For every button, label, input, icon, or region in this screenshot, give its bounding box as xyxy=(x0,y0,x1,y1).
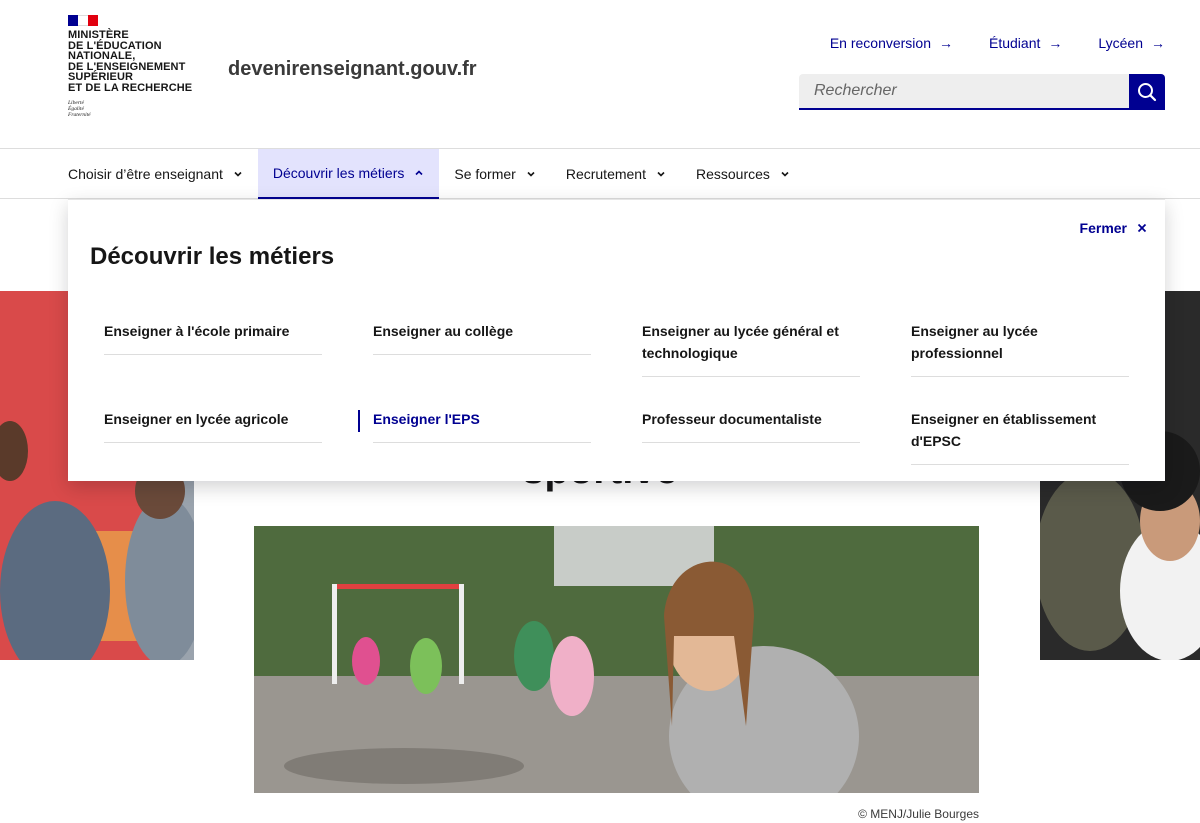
french-flag-icon xyxy=(68,15,98,26)
menu-link-ecole-primaire[interactable]: Enseigner à l'école primaire xyxy=(104,320,322,355)
site-header: Ministère de l'Éducation nationale, de l… xyxy=(0,0,1200,148)
menu-link-lycee-general[interactable]: Enseigner au lycée général et technologi… xyxy=(642,320,860,377)
search-icon xyxy=(1138,83,1157,102)
chevron-down-icon xyxy=(234,171,242,177)
mega-menu-title: Découvrir les métiers xyxy=(90,243,335,270)
ministry-name-line: Ministère xyxy=(68,29,129,41)
menu-link-eps[interactable]: Enseigner l'EPS xyxy=(358,408,591,443)
ministry-logo[interactable]: Ministère de l'Éducation nationale, de l… xyxy=(68,15,198,118)
chevron-down-icon xyxy=(527,171,535,177)
quick-link-lyceen[interactable]: Lycéen → xyxy=(1098,35,1165,51)
menu-link-college[interactable]: Enseigner au collège xyxy=(373,320,591,355)
search-input[interactable] xyxy=(799,74,1129,110)
quick-link-reconversion[interactable]: En reconversion → xyxy=(830,35,953,51)
close-menu-label: Fermer xyxy=(1079,220,1127,236)
search-button[interactable] xyxy=(1129,74,1165,110)
nav-item-label: Découvrir les métiers xyxy=(272,165,405,181)
main-navigation: Choisir d’être enseignant Découvrir les … xyxy=(0,148,1200,199)
menu-link-epsc[interactable]: Enseigner en établissement d'EPSC xyxy=(911,408,1129,465)
nav-item-se-former[interactable]: Se former xyxy=(439,149,550,199)
arrow-right-icon: → xyxy=(1048,35,1063,51)
site-name[interactable]: devenirenseignant.gouv.fr xyxy=(228,58,477,81)
nav-item-label: Ressources xyxy=(695,166,770,182)
quick-links: En reconversion → Étudiant → Lycéen → xyxy=(830,35,1165,51)
ministry-name-line: et de la Recherche xyxy=(68,81,193,94)
arrow-right-icon: → xyxy=(1151,35,1165,51)
nav-item-recrutement[interactable]: Recrutement xyxy=(551,149,681,199)
motto-line: Fraternité xyxy=(68,111,91,118)
arrow-right-icon: → xyxy=(939,35,953,51)
menu-link-lycee-professionnel[interactable]: Enseigner au lycée professionnel xyxy=(911,320,1129,377)
close-menu-button[interactable]: Fermer xyxy=(1080,220,1147,236)
photo-credit: © MENJ/Julie Bourges xyxy=(858,807,979,821)
quick-link-label: En reconversion xyxy=(829,35,931,51)
quick-link-label: Étudiant xyxy=(989,35,1041,51)
quick-link-etudiant[interactable]: Étudiant → xyxy=(989,35,1062,51)
mega-menu-decouvrir: Fermer Découvrir les métiers Enseigner à… xyxy=(68,199,1165,481)
search-bar xyxy=(799,74,1165,110)
menu-link-lycee-agricole[interactable]: Enseigner en lycée agricole xyxy=(104,408,322,443)
nav-item-choisir[interactable]: Choisir d’être enseignant xyxy=(53,149,258,199)
nav-item-decouvrir[interactable]: Découvrir les métiers xyxy=(257,149,440,199)
chevron-down-icon xyxy=(781,171,789,177)
republic-motto: Liberté Égalité Fraternité xyxy=(68,100,198,118)
teacher-photo xyxy=(254,526,979,793)
nav-item-ressources[interactable]: Ressources xyxy=(681,149,805,199)
chevron-up-icon xyxy=(415,170,423,176)
nav-item-label: Choisir d’être enseignant xyxy=(68,166,223,182)
close-icon xyxy=(1137,223,1147,233)
chevron-down-icon xyxy=(657,171,665,177)
menu-link-professeur-documentaliste[interactable]: Professeur documentaliste xyxy=(642,408,860,443)
quick-link-label: Lycéen xyxy=(1098,35,1143,51)
nav-item-label: Se former xyxy=(454,166,516,182)
ministry-name: Ministère de l'Éducation nationale, de l… xyxy=(68,30,198,94)
nav-item-label: Recrutement xyxy=(565,166,646,182)
